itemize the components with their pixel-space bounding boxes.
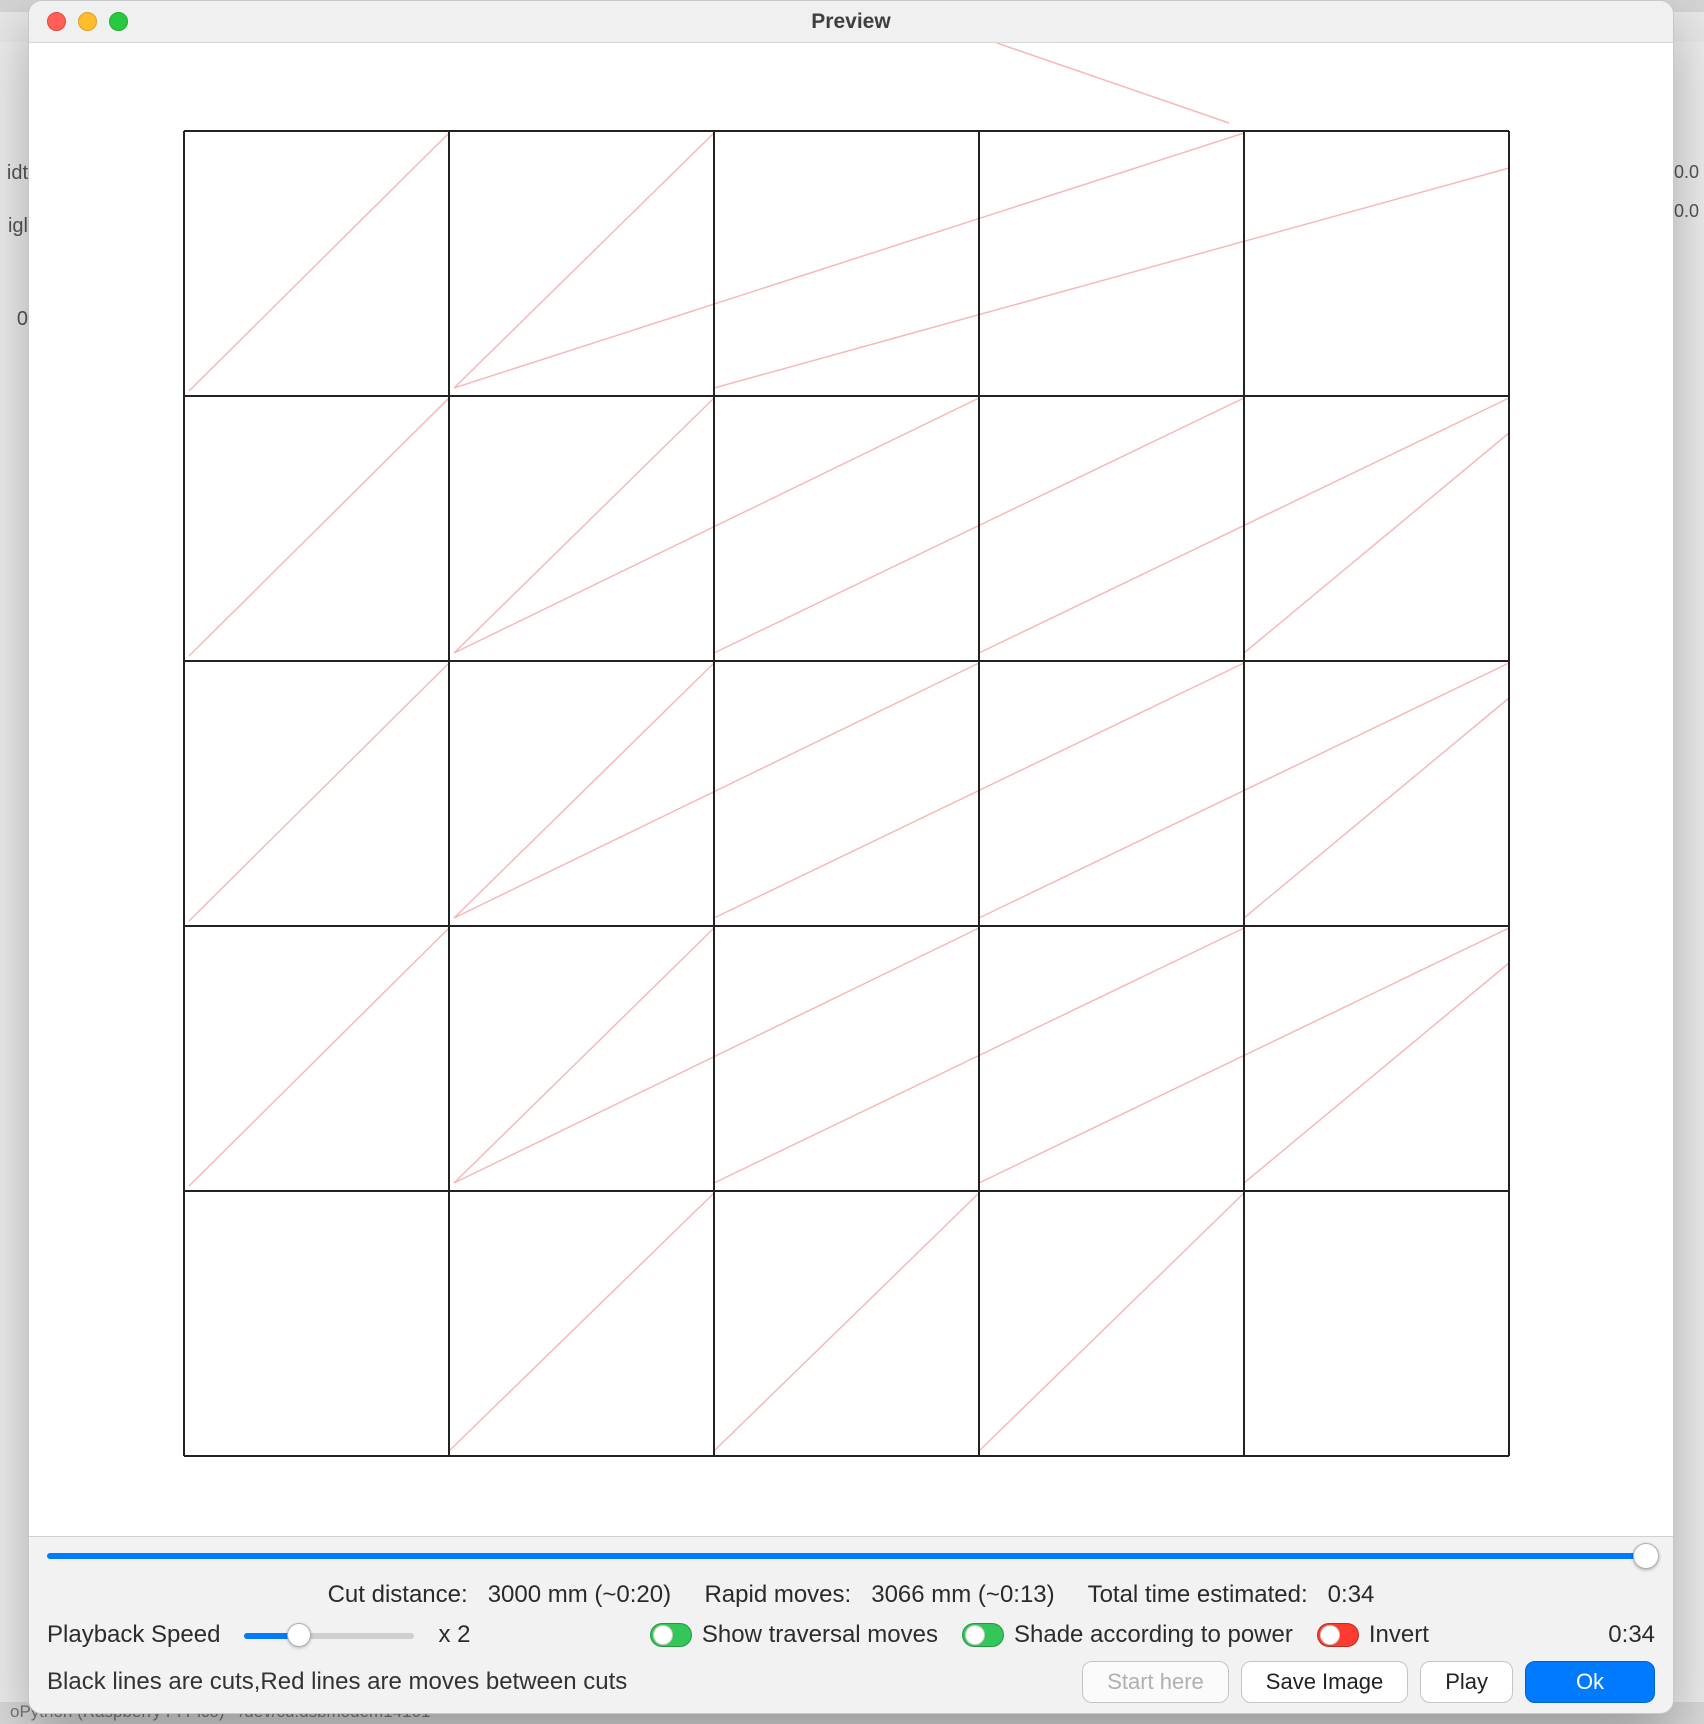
bottom-panel: Cut distance: 3000 mm (~0:20) Rapid move… xyxy=(29,1536,1673,1713)
speed-thumb[interactable] xyxy=(287,1623,311,1647)
progress-thumb[interactable] xyxy=(1633,1543,1659,1569)
rapid-moves-label: Rapid moves: xyxy=(704,1581,851,1608)
window-title: Preview xyxy=(29,10,1673,34)
show-traversal-option[interactable]: Show traversal moves xyxy=(650,1621,938,1649)
legend-text: Black lines are cuts,Red lines are moves… xyxy=(47,1668,627,1696)
bg-text: 0.0 xyxy=(1674,162,1704,183)
controls-row: Playback Speed x 2 Show traversal moves … xyxy=(47,1621,1655,1649)
preview-window: Preview Cut distance: 3000 mm (~0:20) Ra… xyxy=(28,0,1674,1714)
background-window-right: 0.0 0.0 xyxy=(1674,42,1704,1724)
background-window-left: idt igl 0 xyxy=(0,42,28,1724)
invert-toggle[interactable] xyxy=(1317,1623,1359,1647)
bg-text: igl xyxy=(0,215,28,238)
info-row: Black lines are cuts,Red lines are moves… xyxy=(47,1655,1655,1703)
cut-distance-value: 3000 mm (~0:20) xyxy=(488,1581,671,1608)
playback-speed-label: Playback Speed xyxy=(47,1621,220,1649)
show-traversal-label: Show traversal moves xyxy=(702,1621,938,1649)
total-time-label: Total time estimated: xyxy=(1088,1581,1308,1608)
playback-speed-slider[interactable] xyxy=(244,1623,414,1647)
preview-canvas[interactable] xyxy=(29,43,1673,1536)
shade-power-option[interactable]: Shade according to power xyxy=(962,1621,1293,1649)
bg-text: 0.0 xyxy=(1674,201,1704,222)
shade-power-toggle[interactable] xyxy=(962,1623,1004,1647)
bg-text: idt xyxy=(0,162,28,185)
playback-time: 0:34 xyxy=(1608,1621,1655,1649)
progress-track xyxy=(47,1553,1655,1559)
play-button[interactable]: Play xyxy=(1420,1661,1513,1703)
playback-speed-value: x 2 xyxy=(438,1621,470,1649)
cut-distance-label: Cut distance: xyxy=(328,1581,468,1608)
progress-slider[interactable] xyxy=(47,1541,1655,1571)
stats-row: Cut distance: 3000 mm (~0:20) Rapid move… xyxy=(47,1577,1655,1615)
titlebar: Preview xyxy=(29,1,1673,43)
invert-label: Invert xyxy=(1369,1621,1429,1649)
save-image-button[interactable]: Save Image xyxy=(1241,1661,1408,1703)
show-traversal-toggle[interactable] xyxy=(650,1623,692,1647)
preview-svg xyxy=(29,43,1673,1503)
start-here-button[interactable]: Start here xyxy=(1082,1661,1229,1703)
invert-option[interactable]: Invert xyxy=(1317,1621,1429,1649)
rapid-moves-value: 3066 mm (~0:13) xyxy=(871,1581,1054,1608)
bg-text: 0 xyxy=(0,308,28,331)
ok-button[interactable]: Ok xyxy=(1525,1661,1655,1703)
total-time-value: 0:34 xyxy=(1328,1581,1375,1608)
shade-power-label: Shade according to power xyxy=(1014,1621,1293,1649)
